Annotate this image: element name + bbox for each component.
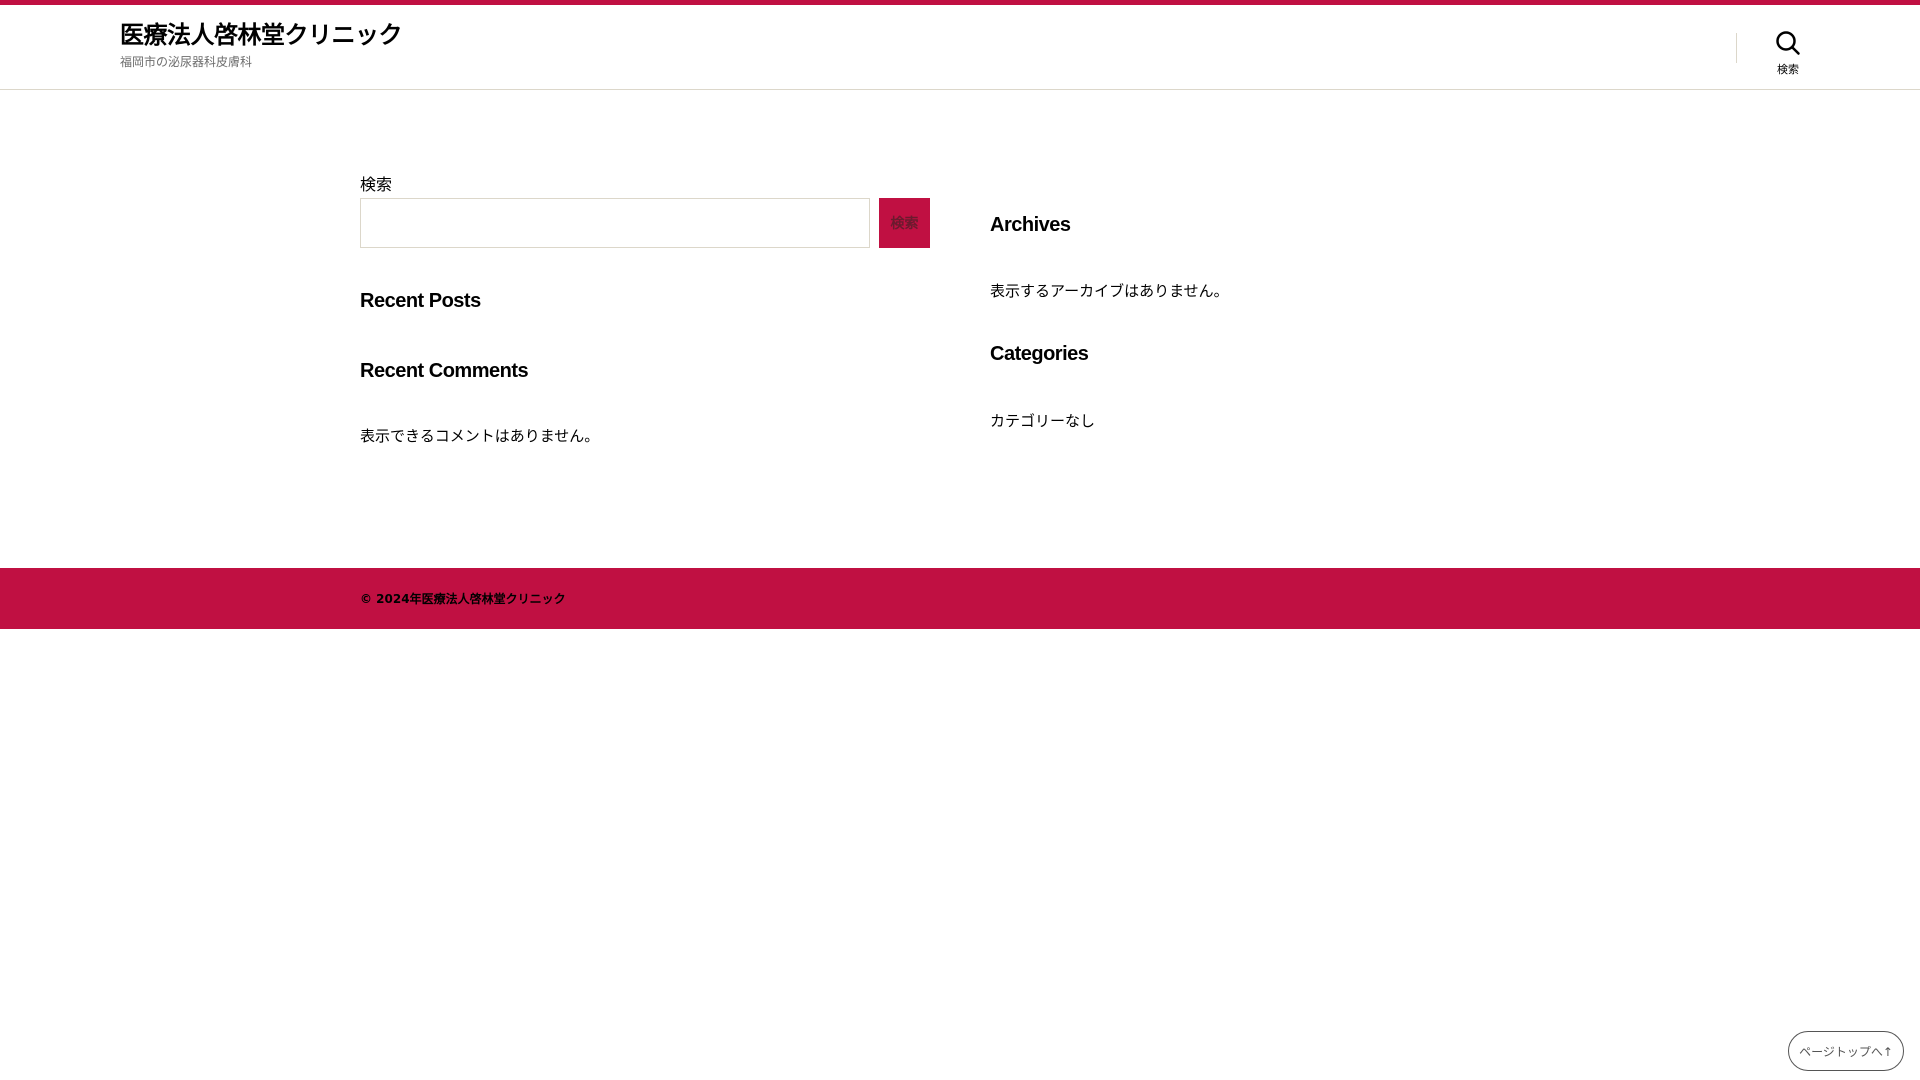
search-submit-button[interactable]: 検索 xyxy=(879,198,930,248)
widget-area: 検索 検索 Recent Posts Recent Comments 表示できる… xyxy=(360,160,1560,560)
archives-title: Archives xyxy=(990,214,1071,236)
recent-posts-title: Recent Posts xyxy=(360,290,481,312)
header-divider xyxy=(1736,33,1737,63)
search-label: 検索 xyxy=(360,175,393,194)
site-footer: © 2024年医療法人啓林堂クリニック xyxy=(0,568,1920,629)
search-input[interactable] xyxy=(360,198,870,248)
search-toggle-button[interactable]: 検索 xyxy=(1760,30,1816,82)
search-icon xyxy=(1775,30,1801,56)
site-description: 福岡市の泌尿器科皮膚科 xyxy=(120,55,253,69)
footer-copyright[interactable]: © 2024年医療法人啓林堂クリニック xyxy=(360,590,566,607)
page-top-button[interactable]: ページトップへ↑ xyxy=(1788,1031,1904,1071)
archives-empty: 表示するアーカイブはありません。 xyxy=(990,282,1229,300)
categories-title: Categories xyxy=(990,343,1089,365)
site-header: 医療法人啓林堂クリニック 福岡市の泌尿器科皮膚科 検索 xyxy=(0,5,1920,90)
categories-empty: カテゴリーなし xyxy=(990,412,1096,430)
search-toggle-label: 検索 xyxy=(1777,63,1799,76)
recent-comments-title: Recent Comments xyxy=(360,360,529,382)
site-title[interactable]: 医療法人啓林堂クリニック xyxy=(120,15,403,50)
recent-comments-empty: 表示できるコメントはありません。 xyxy=(360,427,600,445)
